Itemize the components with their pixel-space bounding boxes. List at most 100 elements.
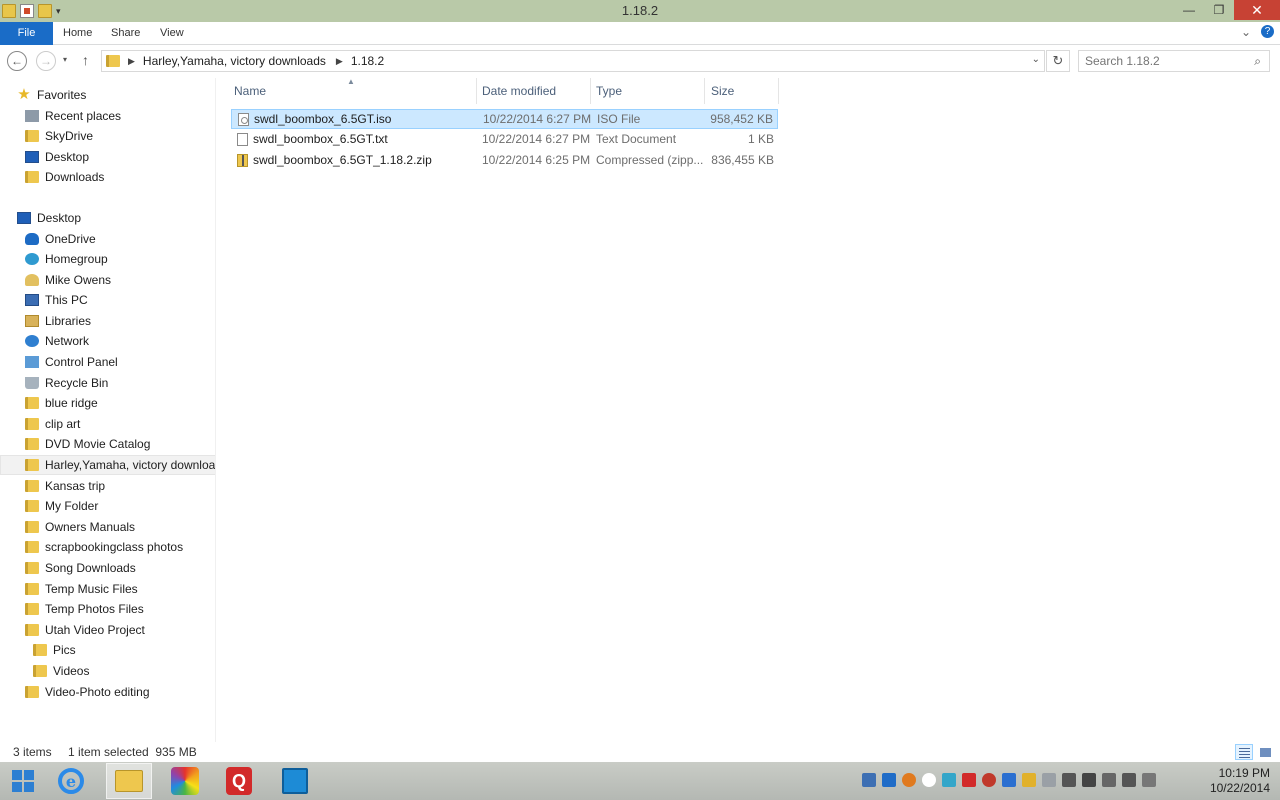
up-arrow-icon[interactable]: ↑ bbox=[82, 52, 89, 68]
nav-folder[interactable]: Kansas trip bbox=[25, 476, 215, 496]
nav-desktop-favorite[interactable]: Desktop bbox=[25, 147, 215, 167]
search-input[interactable] bbox=[1085, 54, 1245, 68]
taskbar-quicken[interactable]: Q bbox=[216, 763, 262, 799]
breadcrumb-item[interactable]: Harley,Yamaha, victory downloads bbox=[143, 54, 326, 68]
forward-button[interactable]: → bbox=[36, 51, 56, 71]
folder-icon bbox=[25, 500, 39, 512]
large-icons-view-button[interactable] bbox=[1256, 744, 1274, 760]
column-header-size[interactable]: Size bbox=[711, 78, 734, 104]
sort-ascending-icon: ▲ bbox=[347, 77, 355, 86]
file-size: 1 KB bbox=[747, 132, 774, 146]
nav-this-pc[interactable]: This PC bbox=[25, 290, 215, 310]
nav-recycle-bin[interactable]: Recycle Bin bbox=[25, 373, 215, 393]
power-icon[interactable] bbox=[1142, 773, 1156, 787]
taskbar-clock[interactable]: 10:19 PM 10/22/2014 bbox=[1210, 766, 1270, 796]
nav-folder[interactable]: Song Downloads bbox=[25, 558, 215, 578]
address-dropdown-icon[interactable]: ⌄ bbox=[1032, 54, 1040, 65]
action-center-flag-icon[interactable] bbox=[1082, 773, 1096, 787]
details-view-button[interactable] bbox=[1235, 744, 1253, 760]
tab-file[interactable]: File bbox=[0, 22, 53, 45]
tab-share[interactable]: Share bbox=[111, 22, 140, 45]
recycle-bin-icon bbox=[25, 377, 39, 389]
taskbar-internet-explorer[interactable]: e bbox=[48, 763, 94, 799]
start-button[interactable] bbox=[0, 763, 46, 799]
tray-app-icon[interactable] bbox=[1042, 773, 1056, 787]
file-row[interactable]: swdl_boombox_6.5GT.txt 10/22/2014 6:27 P… bbox=[231, 130, 778, 150]
expand-ribbon-icon[interactable]: ⌄ bbox=[1241, 25, 1251, 39]
navigation-pane: ★ Favorites Recent places SkyDrive Deskt… bbox=[0, 78, 216, 742]
bluetooth-icon[interactable] bbox=[1062, 773, 1076, 787]
taskbar-app-picture[interactable] bbox=[272, 763, 318, 799]
nav-onedrive[interactable]: OneDrive bbox=[25, 229, 215, 249]
nav-downloads[interactable]: Downloads bbox=[25, 167, 215, 187]
nav-folder[interactable]: clip art bbox=[25, 414, 215, 434]
nav-folder[interactable]: My Folder bbox=[25, 496, 215, 516]
network-signal-icon[interactable] bbox=[1102, 773, 1116, 787]
tab-view[interactable]: View bbox=[160, 22, 184, 45]
tray-app-icon[interactable] bbox=[942, 773, 956, 787]
nav-folder[interactable]: DVD Movie Catalog bbox=[25, 434, 215, 454]
column-header-name[interactable]: Name bbox=[234, 78, 266, 104]
help-icon[interactable]: ? bbox=[1261, 25, 1274, 38]
breadcrumb-chevron-icon[interactable]: ▶ bbox=[336, 56, 343, 67]
tray-app-icon[interactable] bbox=[902, 773, 916, 787]
file-row[interactable]: swdl_boombox_6.5GT_1.18.2.zip 10/22/2014… bbox=[231, 151, 778, 171]
nav-folder[interactable]: Temp Music Files bbox=[25, 579, 215, 599]
refresh-button[interactable]: ↻ bbox=[1046, 50, 1070, 72]
address-box[interactable]: ▶ Harley,Yamaha, victory downloads ▶ 1.1… bbox=[101, 50, 1045, 72]
nav-subfolder[interactable]: Pics bbox=[33, 640, 215, 660]
nav-folder[interactable]: scrapbookingclass photos bbox=[25, 537, 215, 557]
forward-arrow-icon: → bbox=[40, 54, 52, 68]
taskbar: e Q 10:19 PM 10/22/2014 bbox=[0, 762, 1280, 800]
back-button[interactable]: ← bbox=[7, 51, 27, 71]
tray-app-icon[interactable] bbox=[882, 773, 896, 787]
taskbar-file-explorer[interactable] bbox=[106, 763, 152, 799]
column-header-type[interactable]: Type bbox=[596, 78, 622, 104]
tray-app-icon[interactable] bbox=[862, 773, 876, 787]
column-header-date[interactable]: Date modified bbox=[482, 78, 556, 104]
clock-date: 10/22/2014 bbox=[1209, 781, 1270, 795]
folder-icon bbox=[106, 55, 120, 67]
nav-folder[interactable]: Owners Manuals bbox=[25, 517, 215, 537]
breadcrumb-chevron-icon[interactable]: ▶ bbox=[128, 56, 135, 67]
nav-user[interactable]: Mike Owens bbox=[25, 270, 215, 290]
nav-libraries[interactable]: Libraries bbox=[25, 311, 215, 331]
nav-skydrive[interactable]: SkyDrive bbox=[25, 126, 215, 146]
tray-app-icon[interactable] bbox=[1022, 773, 1036, 787]
refresh-icon: ↻ bbox=[1052, 53, 1064, 68]
nav-favorites[interactable]: ★ Favorites bbox=[17, 85, 215, 105]
nav-folder[interactable]: blue ridge bbox=[25, 393, 215, 413]
folder-icon bbox=[25, 480, 39, 492]
folder-icon bbox=[25, 397, 39, 409]
nav-folder[interactable]: Utah Video Project bbox=[25, 620, 215, 640]
nav-subfolder[interactable]: Videos bbox=[33, 661, 215, 681]
nav-folder[interactable]: Video-Photo editing bbox=[25, 682, 215, 702]
nav-folder[interactable]: Temp Photos Files bbox=[25, 599, 215, 619]
minimize-button[interactable]: — bbox=[1174, 0, 1204, 20]
nav-recent-places[interactable]: Recent places bbox=[25, 106, 215, 126]
taskbar-app-pinwheel[interactable] bbox=[162, 763, 208, 799]
search-box[interactable]: ⌕ bbox=[1078, 50, 1270, 72]
adobe-tray-icon[interactable] bbox=[962, 773, 976, 787]
folder-icon bbox=[25, 130, 39, 142]
tab-home[interactable]: Home bbox=[63, 22, 92, 45]
nav-network[interactable]: Network bbox=[25, 331, 215, 351]
folder-icon bbox=[25, 583, 39, 595]
nav-desktop[interactable]: Desktop bbox=[17, 208, 215, 228]
nav-control-panel[interactable]: Control Panel bbox=[25, 352, 215, 372]
tray-app-icon[interactable] bbox=[982, 773, 996, 787]
recent-locations-icon[interactable]: ▾ bbox=[63, 55, 67, 64]
star-icon: ★ bbox=[17, 86, 31, 103]
clock-time: 10:19 PM bbox=[1218, 766, 1270, 780]
onedrive-tray-icon[interactable] bbox=[922, 773, 936, 787]
breadcrumb-item[interactable]: 1.18.2 bbox=[351, 54, 384, 68]
file-row[interactable]: swdl_boombox_6.5GT.iso 10/22/2014 6:27 P… bbox=[231, 109, 778, 129]
nav-folder-selected[interactable]: Harley,Yamaha, victory downloads bbox=[0, 455, 215, 475]
close-button[interactable]: ✕ bbox=[1234, 0, 1280, 20]
tray-app-icon[interactable] bbox=[1002, 773, 1016, 787]
maximize-button[interactable]: ❐ bbox=[1204, 0, 1234, 20]
nav-homegroup[interactable]: Homegroup bbox=[25, 249, 215, 269]
volume-icon[interactable] bbox=[1122, 773, 1136, 787]
text-file-icon bbox=[237, 133, 248, 146]
search-icon[interactable]: ⌕ bbox=[1254, 54, 1261, 69]
